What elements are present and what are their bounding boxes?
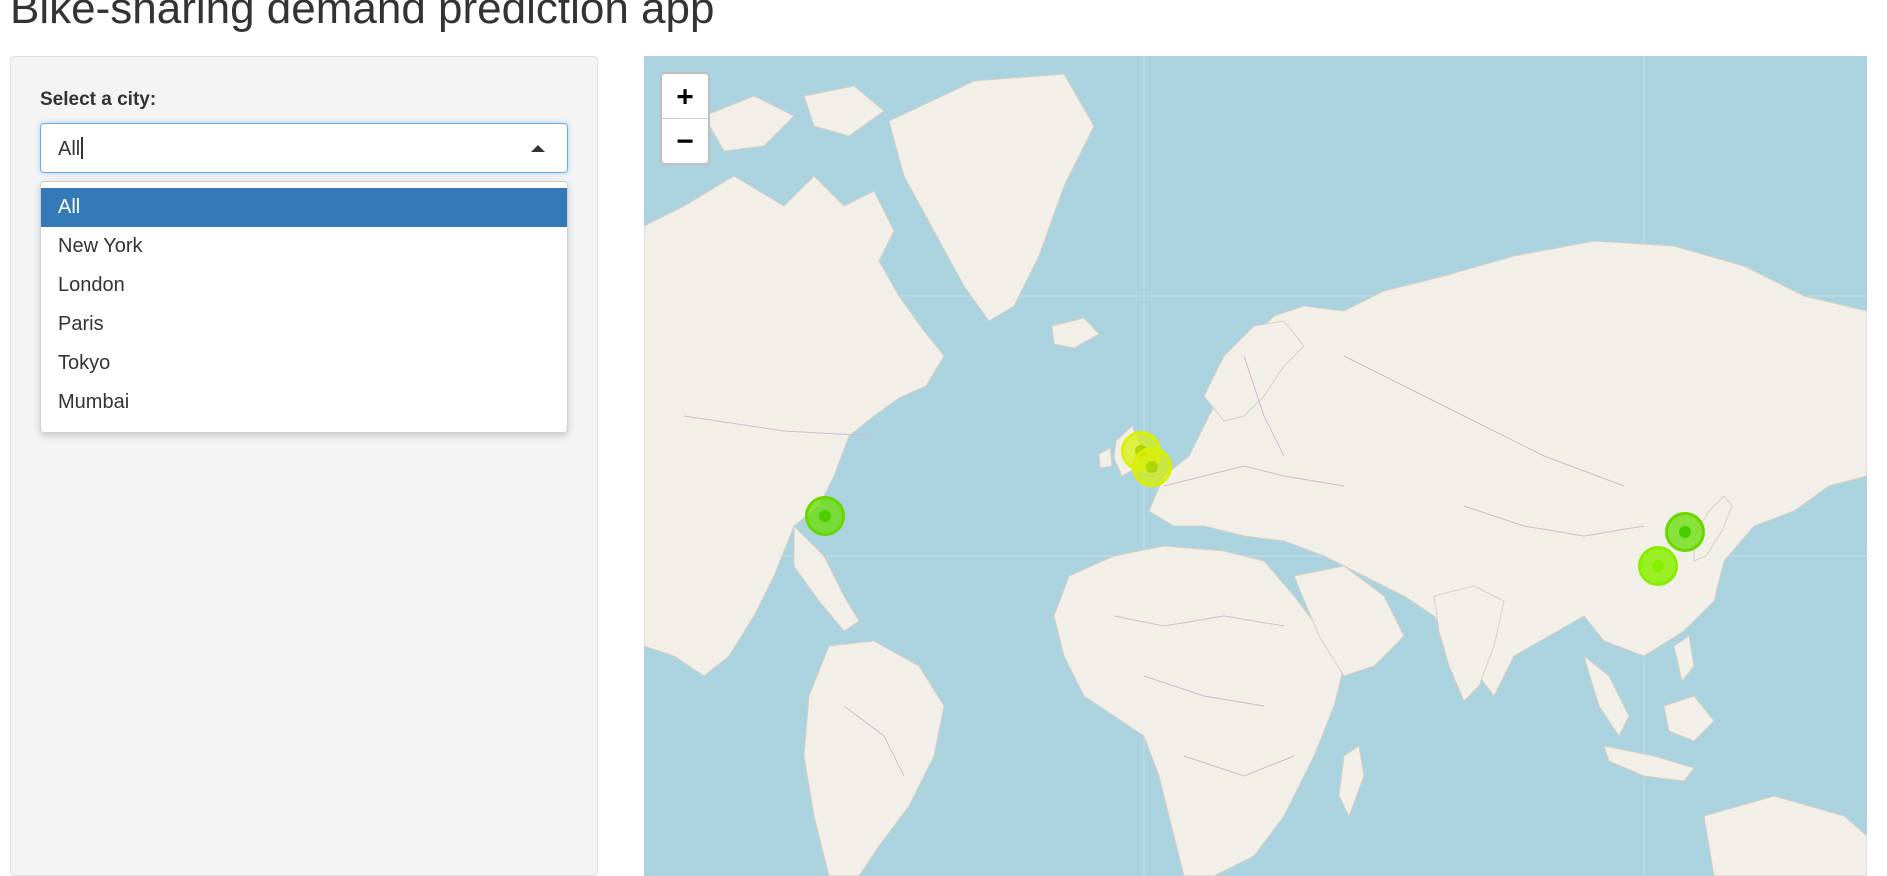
option-new-york[interactable]: New York [41, 227, 567, 266]
option-tokyo[interactable]: Tokyo [41, 344, 567, 383]
marker-dot [1679, 526, 1691, 538]
world-map[interactable]: + − [644, 56, 1867, 876]
option-london[interactable]: London [41, 266, 567, 305]
city-select-value: All [58, 137, 84, 161]
marker-dot [1146, 461, 1158, 473]
zoom-out-button[interactable]: − [662, 118, 708, 163]
city-dropdown-menu: All New York London Paris Tokyo Mumbai [40, 181, 568, 433]
option-paris[interactable]: Paris [41, 305, 567, 344]
marker-tokyo[interactable] [1665, 512, 1705, 552]
city-select-input[interactable]: All [40, 123, 568, 173]
map-tiles [644, 56, 1867, 876]
marker-paris[interactable] [1132, 447, 1172, 487]
marker-mumbai[interactable] [1638, 546, 1678, 586]
marker-dot [819, 510, 831, 522]
option-all[interactable]: All [41, 188, 567, 227]
zoom-control: + − [660, 72, 710, 165]
sidebar-panel: Select a city: All All New York London P… [10, 56, 598, 876]
zoom-in-button[interactable]: + [662, 74, 708, 118]
option-mumbai[interactable]: Mumbai [41, 383, 567, 422]
marker-dot [1652, 560, 1664, 572]
text-cursor [81, 137, 84, 159]
page-title: Bike-sharing demand prediction app [10, 0, 715, 33]
caret-up-icon[interactable] [531, 145, 545, 152]
marker-new-york[interactable] [805, 496, 845, 536]
city-select-label: Select a city: [40, 89, 157, 110]
